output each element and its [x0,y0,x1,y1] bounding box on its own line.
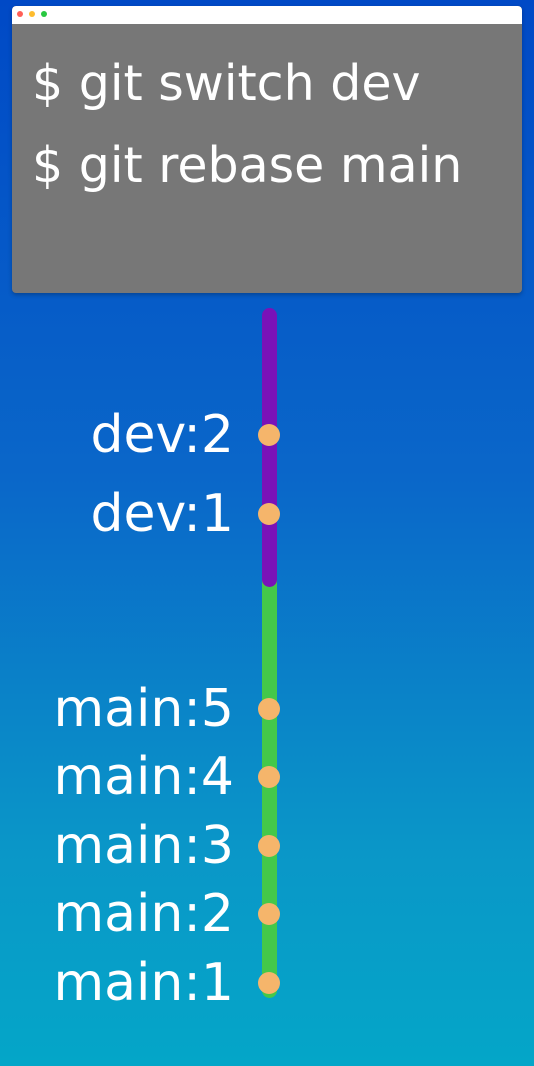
commit-dot[interactable] [258,972,280,994]
commit-dot[interactable] [258,503,280,525]
terminal-window: $ git switch dev $ git rebase main [12,6,522,293]
terminal-command-line: $ git rebase main [32,137,463,194]
terminal-command-line: $ git switch dev [32,55,421,112]
minimize-window-dot-icon[interactable] [29,11,35,17]
commit-label: main:1 [53,953,234,1013]
commit-dot[interactable] [258,766,280,788]
commit-dot[interactable] [258,835,280,857]
commit-dot[interactable] [258,698,280,720]
dev-branch-line [261,308,277,587]
commit-label: dev:2 [90,405,234,465]
commit-label: dev:1 [90,484,234,544]
commit-label: main:2 [53,884,234,944]
close-window-dot-icon[interactable] [17,11,23,17]
commit-label: main:4 [53,747,234,807]
commit-dot[interactable] [258,424,280,446]
terminal-titlebar [12,6,522,24]
commit-label: main:5 [53,679,234,739]
maximize-window-dot-icon[interactable] [41,11,47,17]
commit-label: main:3 [53,816,234,876]
commit-dot[interactable] [258,903,280,925]
